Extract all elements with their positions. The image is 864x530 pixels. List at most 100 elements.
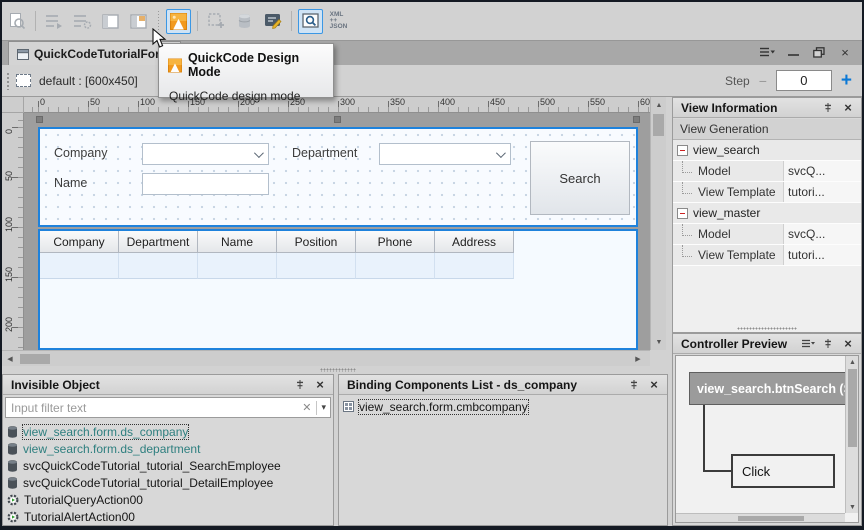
step-label: Step <box>725 74 750 88</box>
hruler-label: 450 <box>490 97 505 107</box>
scroll-down-icon[interactable]: ▼ <box>651 334 667 350</box>
pin-icon[interactable] <box>626 378 642 392</box>
name-edit-field[interactable] <box>142 173 269 195</box>
step-value-input[interactable] <box>776 70 832 91</box>
row-label: View Template <box>673 245 783 265</box>
pin-icon[interactable] <box>820 101 836 115</box>
tree-row-model[interactable]: Model svcQ... <box>673 161 861 182</box>
close-icon[interactable]: × <box>840 101 856 115</box>
filter-input[interactable] <box>11 401 302 415</box>
main-toolbar: XML ++ JSON <box>2 2 862 40</box>
scroll-up-icon[interactable]: ▲ <box>651 97 667 113</box>
collapse-icon[interactable] <box>677 208 688 219</box>
clear-filter-icon[interactable]: ✕ <box>302 401 311 414</box>
grid-column-header[interactable]: Name <box>198 231 277 253</box>
scrollbar-thumb[interactable] <box>20 354 50 364</box>
scroll-up-icon[interactable]: ▲ <box>846 356 859 368</box>
search-div-component[interactable]: Company Department Name Search <box>38 127 638 227</box>
resize-handle[interactable] <box>633 116 640 123</box>
layout-selection-icon[interactable] <box>16 74 31 87</box>
company-label: Company <box>54 146 108 160</box>
resize-handle[interactable] <box>334 116 341 123</box>
collapse-icon[interactable] <box>677 145 688 156</box>
list-item[interactable]: TutorialAlertAction00 <box>5 508 331 525</box>
scrollbar-thumb[interactable] <box>653 114 664 136</box>
restore-icon[interactable] <box>810 44 828 60</box>
tree-group-view-master[interactable]: view_master <box>673 203 861 224</box>
row-value[interactable]: svcQ... <box>783 161 861 181</box>
filter-dropdown-icon[interactable]: ▾ <box>321 402 326 413</box>
vruler-label: 200 <box>4 317 14 332</box>
script-editor-icon[interactable] <box>260 9 285 34</box>
list-item[interactable]: svcQuickCodeTutorial_tutorial_DetailEmpl… <box>5 474 331 491</box>
minimize-icon[interactable] <box>784 44 802 60</box>
canvas-vertical-scrollbar[interactable]: ▲ ▼ <box>650 97 666 350</box>
close-icon[interactable]: × <box>646 378 662 392</box>
preview-vertical-scrollbar[interactable]: ▲ ▼ <box>845 356 858 513</box>
company-combobox[interactable] <box>142 143 269 165</box>
department-combobox[interactable] <box>379 143 511 165</box>
panel-menu-icon[interactable] <box>800 337 816 351</box>
list-item[interactable]: view_search.form.cmbcompany <box>341 398 665 415</box>
preview-horizontal-scrollbar[interactable] <box>676 513 845 522</box>
window-controls: × <box>758 44 854 60</box>
tree-row-model[interactable]: Model svcQ... <box>673 224 861 245</box>
list-item[interactable]: TutorialQueryAction00 <box>5 491 331 508</box>
add-frame-icon[interactable] <box>204 9 229 34</box>
xml-json-view-icon[interactable]: XML ++ JSON <box>326 9 351 34</box>
action-gear-icon <box>7 494 19 506</box>
controller-node[interactable]: view_search.btnSearch (Se <box>689 372 847 405</box>
view-information-panel: View Information × View Generation view_… <box>672 97 862 333</box>
row-value[interactable]: svcQ... <box>783 224 861 244</box>
object-label: view_search.form.ds_department <box>23 442 200 456</box>
view-generation-header: View Generation <box>673 119 861 140</box>
tree-row-view-template[interactable]: View Template tutori... <box>673 182 861 203</box>
click-event-node[interactable]: Click <box>731 454 835 488</box>
zoom-inspect-icon[interactable] <box>298 9 323 34</box>
list-item[interactable]: view_search.form.ds_company <box>5 423 331 440</box>
generate-view-icon[interactable] <box>42 9 67 34</box>
tab-menu-icon[interactable] <box>758 44 776 60</box>
grid-column-header[interactable]: Position <box>277 231 356 253</box>
quickcode-mode-button[interactable] <box>166 9 191 34</box>
scrollbar-thumb[interactable] <box>848 369 857 447</box>
generate-settings-icon[interactable] <box>70 9 95 34</box>
result-grid-component[interactable]: Company Department Name Position Phone A… <box>38 229 638 350</box>
row-value[interactable]: tutori... <box>783 182 861 202</box>
close-icon[interactable]: × <box>840 337 856 351</box>
form-design-canvas[interactable]: Company Department Name Search Company D… <box>24 113 650 350</box>
preview-page-icon[interactable] <box>4 9 29 34</box>
panel-resize-grip[interactable] <box>737 327 797 330</box>
tree-group-view-search[interactable]: view_search <box>673 140 861 161</box>
grid-column-header[interactable]: Department <box>119 231 198 253</box>
resize-handle[interactable] <box>36 116 43 123</box>
grid-column-header[interactable]: Company <box>40 231 119 253</box>
pin-icon[interactable] <box>820 337 836 351</box>
close-icon[interactable]: × <box>836 44 854 60</box>
quickcode-icon <box>168 58 182 73</box>
step-increment-button[interactable]: + <box>841 73 852 89</box>
step-decrement-button[interactable]: − <box>759 73 767 89</box>
list-item[interactable]: svcQuickCodeTutorial_tutorial_SearchEmpl… <box>5 457 331 474</box>
database-icon[interactable] <box>232 9 257 34</box>
horizontal-splitter[interactable] <box>2 366 668 374</box>
panel-layout-icon[interactable] <box>98 9 123 34</box>
search-button[interactable]: Search <box>530 141 630 215</box>
tree-row-view-template[interactable]: View Template tutori... <box>673 245 861 266</box>
toolbar-grip[interactable] <box>6 72 10 90</box>
canvas-horizontal-scrollbar[interactable]: ◀ ▶ <box>2 350 650 366</box>
grid-column-header[interactable]: Phone <box>356 231 435 253</box>
group-label: view_master <box>693 206 760 220</box>
row-value[interactable]: tutori... <box>783 245 861 265</box>
list-item[interactable]: view_search.form.ds_department <box>5 440 331 457</box>
panel-highlight-icon[interactable] <box>126 9 151 34</box>
grid-column-header[interactable]: Address <box>435 231 514 253</box>
scrollbar-thumb[interactable] <box>738 516 804 521</box>
toolbar-separator <box>197 11 198 31</box>
combobox-component-icon <box>343 401 354 412</box>
scroll-left-icon[interactable]: ◀ <box>2 351 18 367</box>
scroll-down-icon[interactable]: ▼ <box>846 501 859 513</box>
scroll-right-icon[interactable]: ▶ <box>630 351 646 367</box>
close-icon[interactable]: × <box>312 378 328 392</box>
pin-icon[interactable] <box>292 378 308 392</box>
